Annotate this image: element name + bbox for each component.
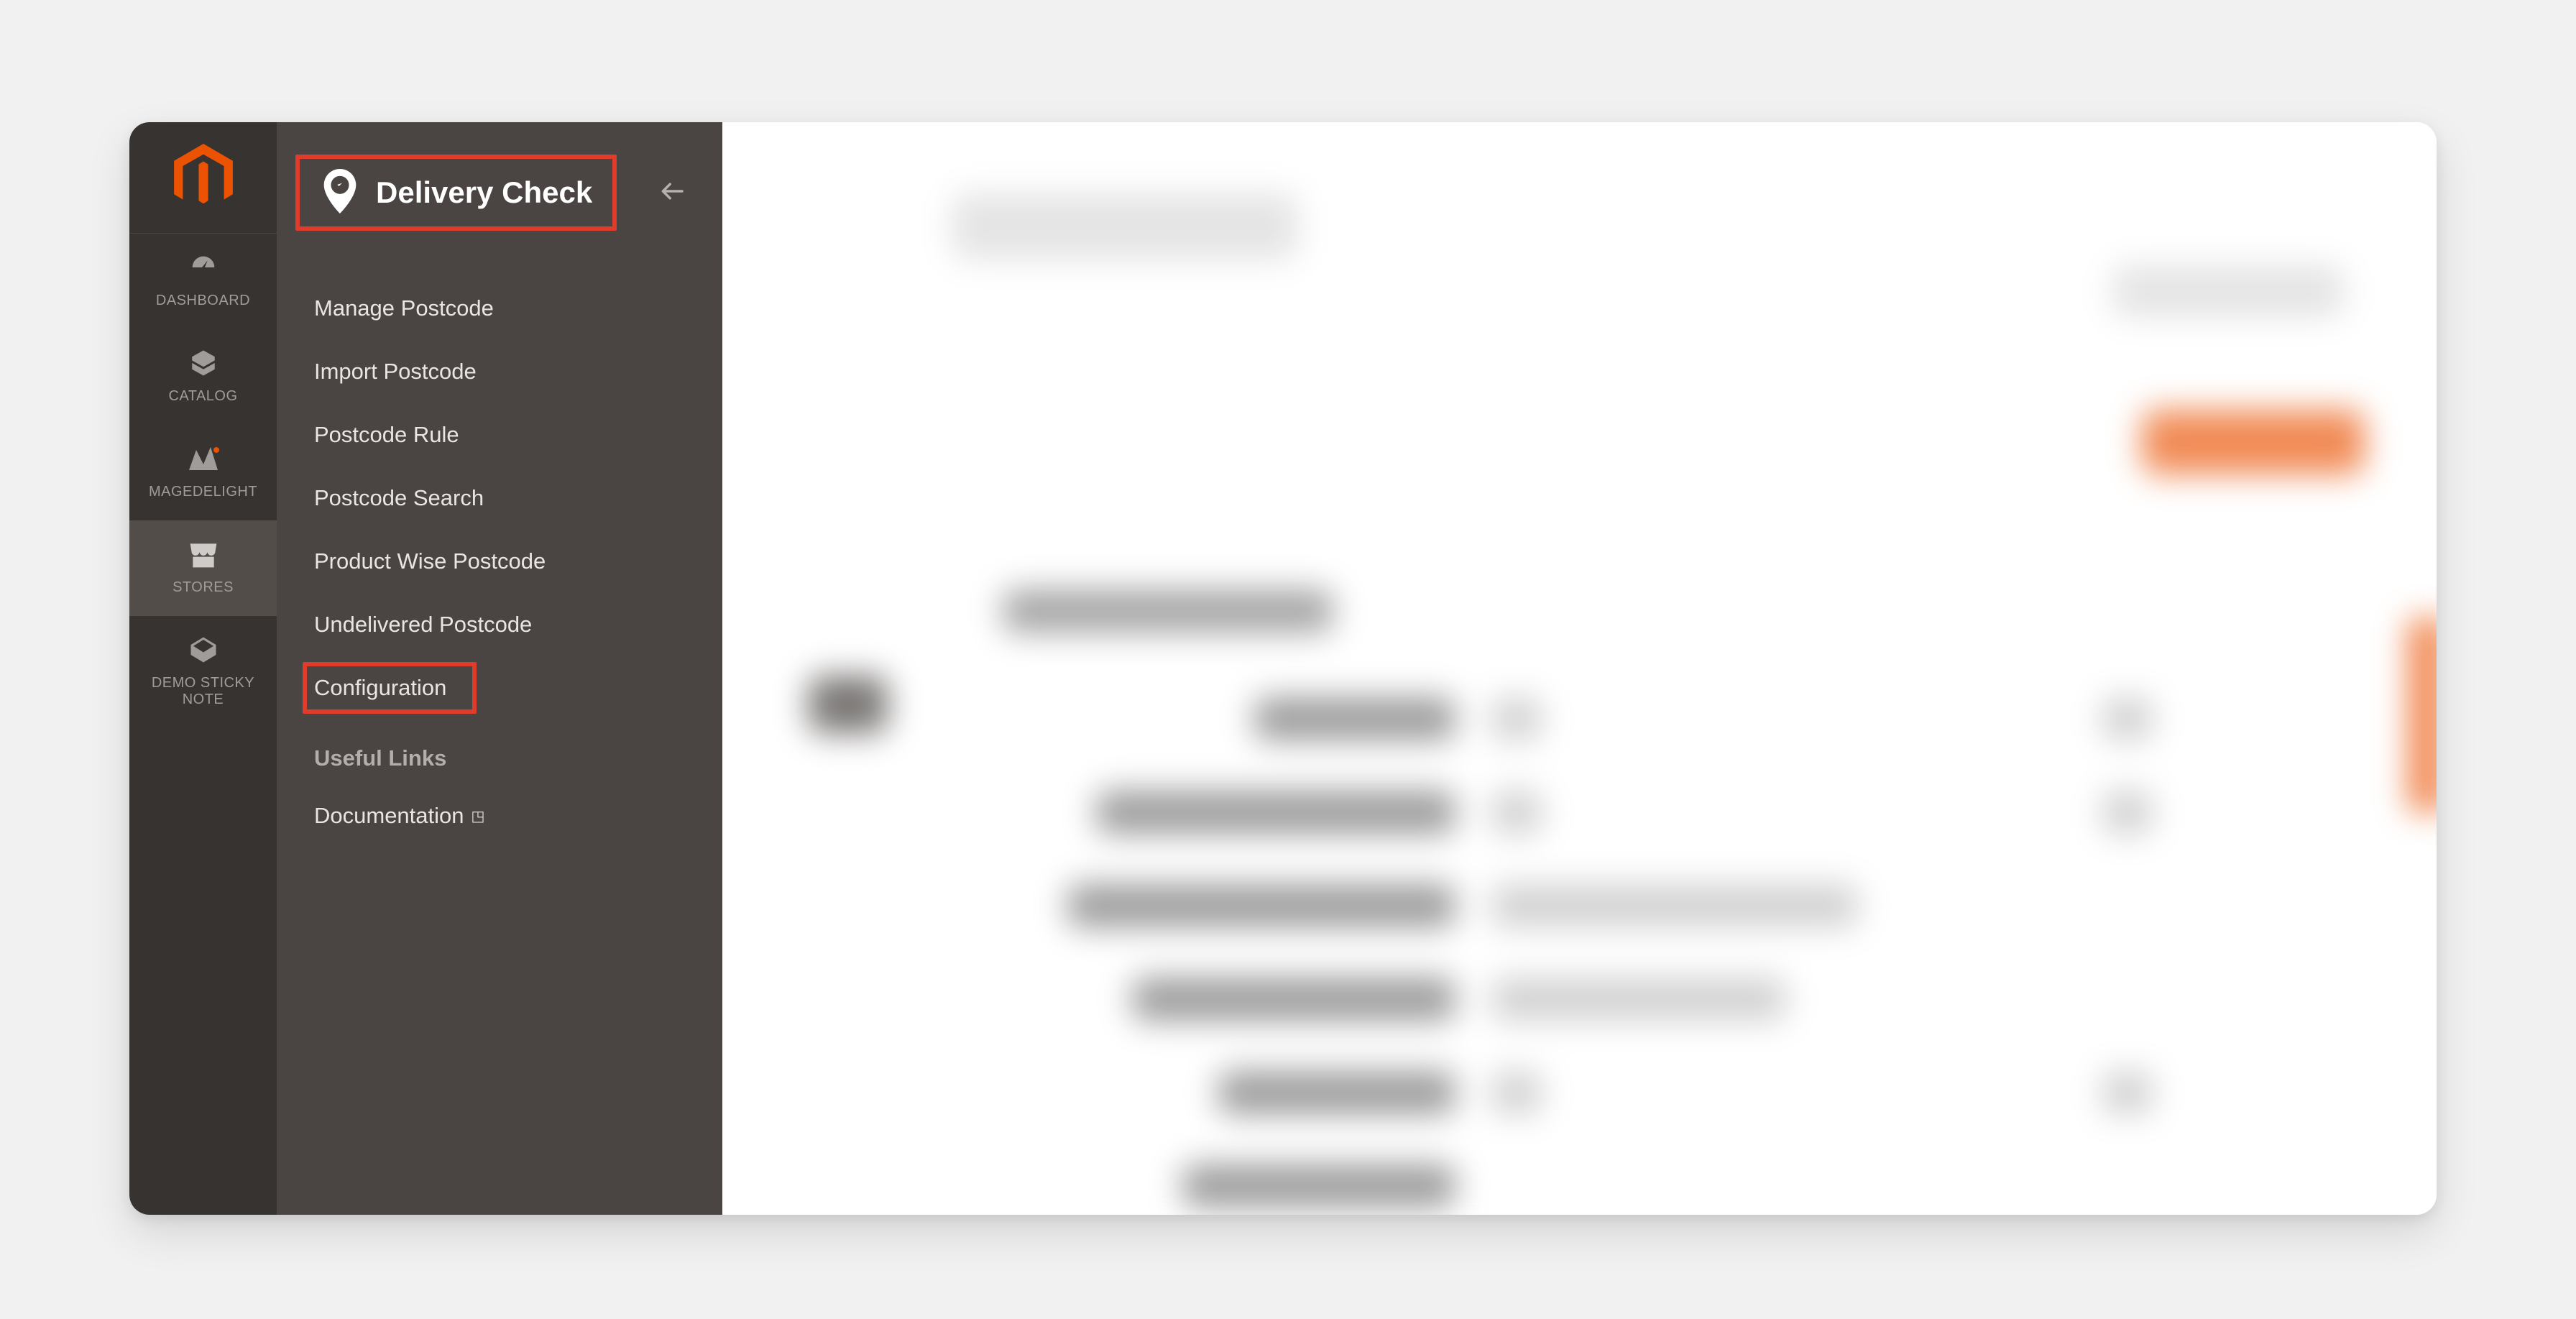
stores-icon xyxy=(185,536,221,572)
submenu-item-postcode-search[interactable]: Postcode Search xyxy=(314,467,685,530)
back-button[interactable] xyxy=(655,174,689,208)
submenu-section-useful-links: Useful Links xyxy=(314,727,685,784)
submenu-item-import-postcode[interactable]: Import Postcode xyxy=(314,340,685,403)
nav-item-label: MAGEDELIGHT xyxy=(149,484,257,500)
nav-item-label: CATALOG xyxy=(168,388,237,405)
submenu-links: Manage Postcode Import Postcode Postcode… xyxy=(277,262,722,847)
blurred-content xyxy=(722,122,2437,1215)
nav-item-stores[interactable]: STORES xyxy=(129,520,277,616)
magento-logo[interactable] xyxy=(129,122,277,234)
location-check-icon xyxy=(320,169,360,216)
nav-item-label: DEMO STICKY NOTE xyxy=(134,675,272,708)
magedelight-icon xyxy=(185,441,221,477)
arrow-left-icon xyxy=(660,181,684,201)
sticky-note-icon xyxy=(185,632,221,668)
submenu-item-manage-postcode[interactable]: Manage Postcode xyxy=(314,277,685,340)
nav-item-dashboard[interactable]: DASHBOARD xyxy=(129,234,277,329)
submenu-item-documentation[interactable]: Documentation ◳ xyxy=(314,784,685,847)
nav-item-label: STORES xyxy=(172,579,234,596)
dashboard-icon xyxy=(185,249,221,285)
submenu-item-postcode-rule[interactable]: Postcode Rule xyxy=(314,403,685,467)
admin-window: DASHBOARD CATALOG MAGEDELIGHT xyxy=(129,122,2437,1215)
submenu-item-configuration[interactable]: Configuration xyxy=(314,656,685,720)
submenu-item-undelivered-postcode[interactable]: Undelivered Postcode xyxy=(314,593,685,656)
submenu-item-product-wise-postcode[interactable]: Product Wise Postcode xyxy=(314,530,685,593)
submenu-title: Delivery Check xyxy=(376,176,592,208)
submenu-panel: Delivery Check Manage Postcode Import Po… xyxy=(277,122,722,1215)
magento-logo-icon xyxy=(174,144,233,211)
submenu-header: Delivery Check xyxy=(277,122,722,262)
nav-item-label: DASHBOARD xyxy=(156,293,250,309)
nav-item-catalog[interactable]: CATALOG xyxy=(129,329,277,425)
catalog-icon xyxy=(185,345,221,381)
submenu-item-label: Documentation xyxy=(314,803,464,829)
nav-item-demo-sticky-note[interactable]: DEMO STICKY NOTE xyxy=(129,616,277,728)
nav-item-magedelight[interactable]: MAGEDELIGHT xyxy=(129,425,277,520)
external-link-icon: ◳ xyxy=(472,807,485,825)
nav-rail: DASHBOARD CATALOG MAGEDELIGHT xyxy=(129,122,277,1215)
submenu-title-group: Delivery Check xyxy=(295,155,617,231)
